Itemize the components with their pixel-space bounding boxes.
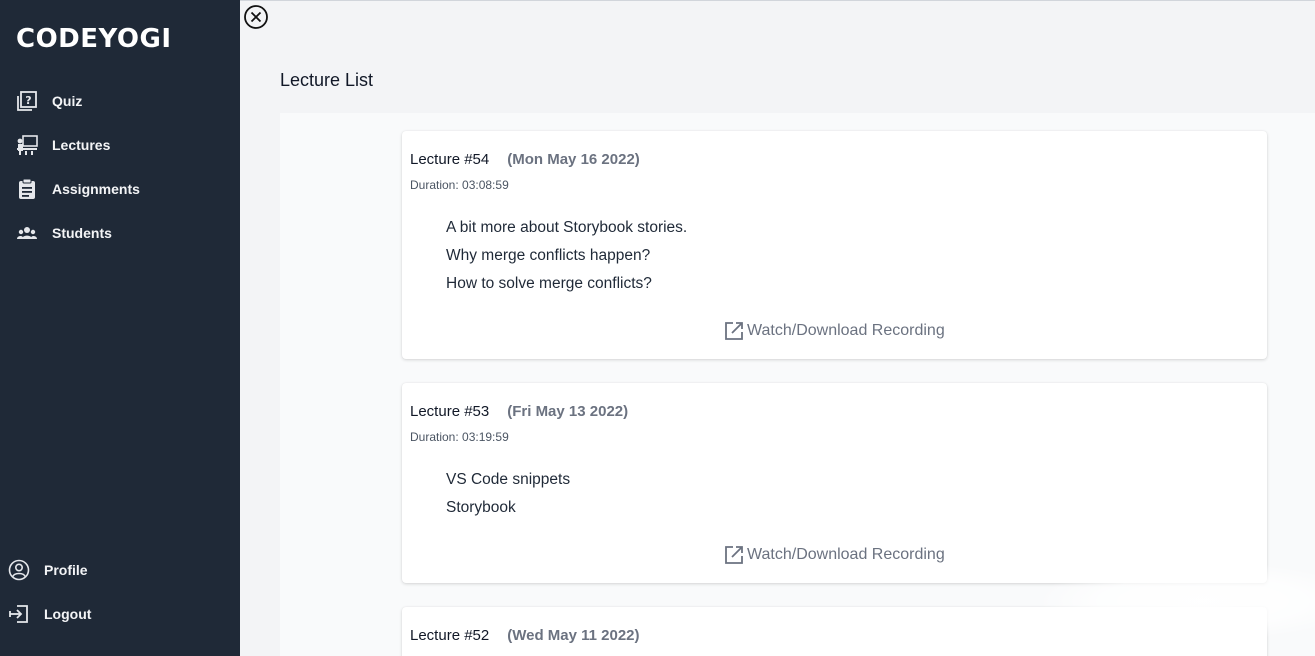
sidebar-item-label: Students: [52, 225, 112, 241]
lecture-topic: Why merge conflicts happen?: [446, 247, 651, 264]
profile-icon: [8, 559, 30, 581]
sidebar-item-students[interactable]: Students: [16, 221, 112, 245]
lecture-number: Lecture #54: [410, 151, 490, 168]
students-icon: [16, 222, 38, 244]
main-content: Lecture List Lecture #54 (Mon May 16 202…: [240, 0, 1315, 656]
watch-recording-label: Watch/Download Recording: [747, 322, 945, 339]
close-button[interactable]: [243, 4, 269, 30]
sidebar: CODEYOGI ? Quiz Lectures Assignments Stu…: [0, 0, 240, 656]
sidebar-item-quiz[interactable]: ? Quiz: [16, 89, 82, 113]
watch-recording-link[interactable]: Watch/Download Recording: [724, 545, 945, 565]
lecture-card: Lecture #53 (Fri May 13 2022) Duration: …: [402, 383, 1267, 583]
sidebar-item-label: Logout: [44, 606, 92, 622]
lecture-topic: Storybook: [446, 499, 516, 516]
sidebar-item-label: Profile: [44, 562, 88, 578]
sidebar-item-lectures[interactable]: Lectures: [16, 133, 110, 157]
overlay-smudge: [1035, 561, 1315, 641]
assignments-icon: [16, 178, 38, 200]
sidebar-item-logout[interactable]: Logout: [8, 602, 91, 626]
lecture-date: (Fri May 13 2022): [507, 403, 629, 420]
close-icon: [244, 5, 268, 29]
lecture-number: Lecture #52: [410, 627, 490, 644]
lecture-topic: How to solve merge conflicts?: [446, 275, 652, 292]
lecture-header: Lecture #52 (Wed May 11 2022): [410, 627, 640, 644]
sidebar-item-label: Quiz: [52, 93, 83, 109]
lecture-topic: VS Code snippets: [446, 471, 571, 488]
lecture-duration: Duration: 03:19:59: [410, 430, 509, 444]
lecture-duration: Duration: 03:08:59: [410, 178, 509, 192]
sidebar-item-label: Lectures: [52, 137, 111, 153]
lectures-icon: [16, 134, 38, 156]
watch-recording-label: Watch/Download Recording: [747, 546, 945, 563]
brand-logo: CODEYOGI: [16, 24, 172, 54]
sidebar-item-profile[interactable]: Profile: [8, 558, 88, 582]
lecture-topic: A bit more about Storybook stories.: [446, 219, 688, 236]
external-link-icon: [724, 321, 744, 341]
lecture-date: (Wed May 11 2022): [507, 627, 640, 644]
lecture-card: Lecture #54 (Mon May 16 2022) Duration: …: [402, 131, 1267, 359]
page-title: Lecture List: [280, 70, 374, 90]
sidebar-item-label: Assignments: [52, 181, 140, 197]
lecture-header: Lecture #53 (Fri May 13 2022): [410, 403, 628, 420]
lecture-header: Lecture #54 (Mon May 16 2022): [410, 151, 640, 168]
quiz-icon: ?: [16, 90, 38, 112]
watch-recording-link[interactable]: Watch/Download Recording: [724, 321, 945, 341]
external-link-icon: [724, 545, 744, 565]
lecture-number: Lecture #53: [410, 403, 490, 420]
logout-icon: [8, 603, 30, 625]
svg-text:?: ?: [25, 94, 31, 107]
sidebar-item-assignments[interactable]: Assignments: [16, 177, 140, 201]
lecture-date: (Mon May 16 2022): [507, 151, 640, 168]
